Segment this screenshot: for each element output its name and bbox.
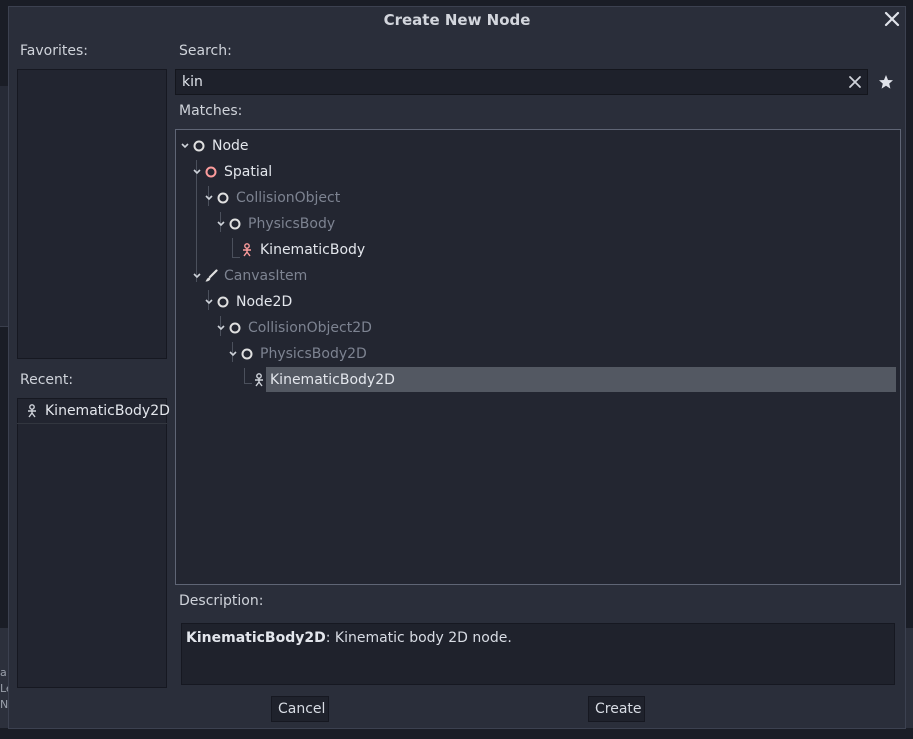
chevron-down-icon[interactable] bbox=[216, 218, 226, 230]
tree-item-label: Node2D bbox=[236, 294, 293, 310]
description-label: Description: bbox=[179, 593, 264, 609]
tree-item-label: CollisionObject bbox=[236, 190, 341, 206]
tree-item-spatial[interactable]: Spatial bbox=[192, 160, 492, 184]
description-text: : Kinematic body 2D node. bbox=[325, 630, 512, 646]
tree-item-label: KinematicBody bbox=[260, 242, 366, 258]
tree-item-label: CollisionObject2D bbox=[248, 320, 372, 336]
spatial-icon bbox=[205, 166, 217, 178]
tree-guide bbox=[244, 383, 252, 384]
create-new-node-dialog: Create New Node Favorites: Recent: Kinem… bbox=[8, 6, 906, 729]
tree-item-label: PhysicsBody bbox=[248, 216, 336, 232]
editor-bottom-text-1: a bbox=[0, 666, 7, 679]
node-icon bbox=[229, 322, 241, 334]
star-icon[interactable] bbox=[877, 73, 895, 91]
tree-item-collision-object[interactable]: CollisionObject bbox=[204, 186, 504, 210]
chevron-down-icon[interactable] bbox=[180, 140, 190, 152]
cancel-button[interactable]: Cancel bbox=[271, 696, 329, 722]
description-node-name: KinematicBody2D bbox=[186, 630, 326, 646]
tree-item-physics-body[interactable]: PhysicsBody bbox=[216, 212, 516, 236]
tree-item-kinematic-body[interactable]: KinematicBody bbox=[240, 238, 540, 262]
kinematic-body-icon bbox=[243, 243, 251, 257]
favorites-list[interactable] bbox=[17, 69, 167, 359]
matches-label: Matches: bbox=[179, 103, 243, 119]
tree-item-node2d[interactable]: Node2D bbox=[204, 290, 504, 314]
clear-icon[interactable] bbox=[847, 74, 863, 90]
kinematic-body-2d-icon bbox=[255, 373, 263, 387]
chevron-down-icon[interactable] bbox=[192, 270, 202, 282]
node-icon bbox=[217, 296, 229, 308]
tree-item-label: KinematicBody2D bbox=[270, 372, 395, 388]
search-input[interactable] bbox=[176, 70, 836, 94]
tree-item-physics-body-2d[interactable]: PhysicsBody2D bbox=[228, 342, 528, 366]
recent-item[interactable]: KinematicBody2D bbox=[17, 399, 170, 424]
editor-bottom-text-2: Le bbox=[0, 682, 8, 695]
tree-guide bbox=[232, 257, 240, 258]
node-icon bbox=[193, 140, 205, 152]
tree-item-label: Node bbox=[212, 138, 249, 154]
recent-item-label: KinematicBody2D bbox=[45, 403, 170, 419]
editor-right-panel bbox=[906, 628, 913, 728]
tree-item-label: PhysicsBody2D bbox=[260, 346, 367, 362]
kinematic-body-2d-icon bbox=[28, 404, 36, 418]
canvas-item-icon bbox=[205, 269, 218, 282]
tree-item-label: Spatial bbox=[224, 164, 273, 180]
tree-item-kinematic-body-2d[interactable]: KinematicBody2D bbox=[252, 368, 892, 392]
tree-item-node[interactable]: Node bbox=[180, 134, 480, 158]
editor-bottom-text-3: N bbox=[0, 698, 8, 711]
node-icon bbox=[229, 218, 241, 230]
description-box: KinematicBody2D: Kinematic body 2D node. bbox=[181, 623, 895, 685]
create-button[interactable]: Create bbox=[588, 696, 645, 722]
chevron-down-icon[interactable] bbox=[228, 348, 238, 360]
tree-guide bbox=[244, 368, 245, 384]
search-field bbox=[175, 69, 868, 95]
chevron-down-icon[interactable] bbox=[204, 192, 214, 204]
recent-label: Recent: bbox=[20, 372, 74, 388]
close-icon[interactable] bbox=[883, 10, 901, 28]
favorites-label: Favorites: bbox=[20, 43, 88, 59]
search-label: Search: bbox=[179, 43, 232, 59]
chevron-down-icon[interactable] bbox=[204, 296, 214, 308]
chevron-down-icon[interactable] bbox=[216, 322, 226, 334]
tree-guide bbox=[232, 238, 233, 258]
tree-item-label: CanvasItem bbox=[224, 268, 308, 284]
tree-item-canvas-item[interactable]: CanvasItem bbox=[192, 264, 492, 288]
node-icon bbox=[217, 192, 229, 204]
tree-item-collision-object-2d[interactable]: CollisionObject2D bbox=[216, 316, 516, 340]
node-icon bbox=[241, 348, 253, 360]
recent-list[interactable] bbox=[17, 398, 167, 688]
editor-left-strip bbox=[0, 86, 8, 327]
matches-tree[interactable]: Node Spatial CollisionObject PhysicsBody… bbox=[175, 129, 901, 585]
chevron-down-icon[interactable] bbox=[192, 166, 202, 178]
dialog-title: Create New Node bbox=[383, 11, 531, 29]
